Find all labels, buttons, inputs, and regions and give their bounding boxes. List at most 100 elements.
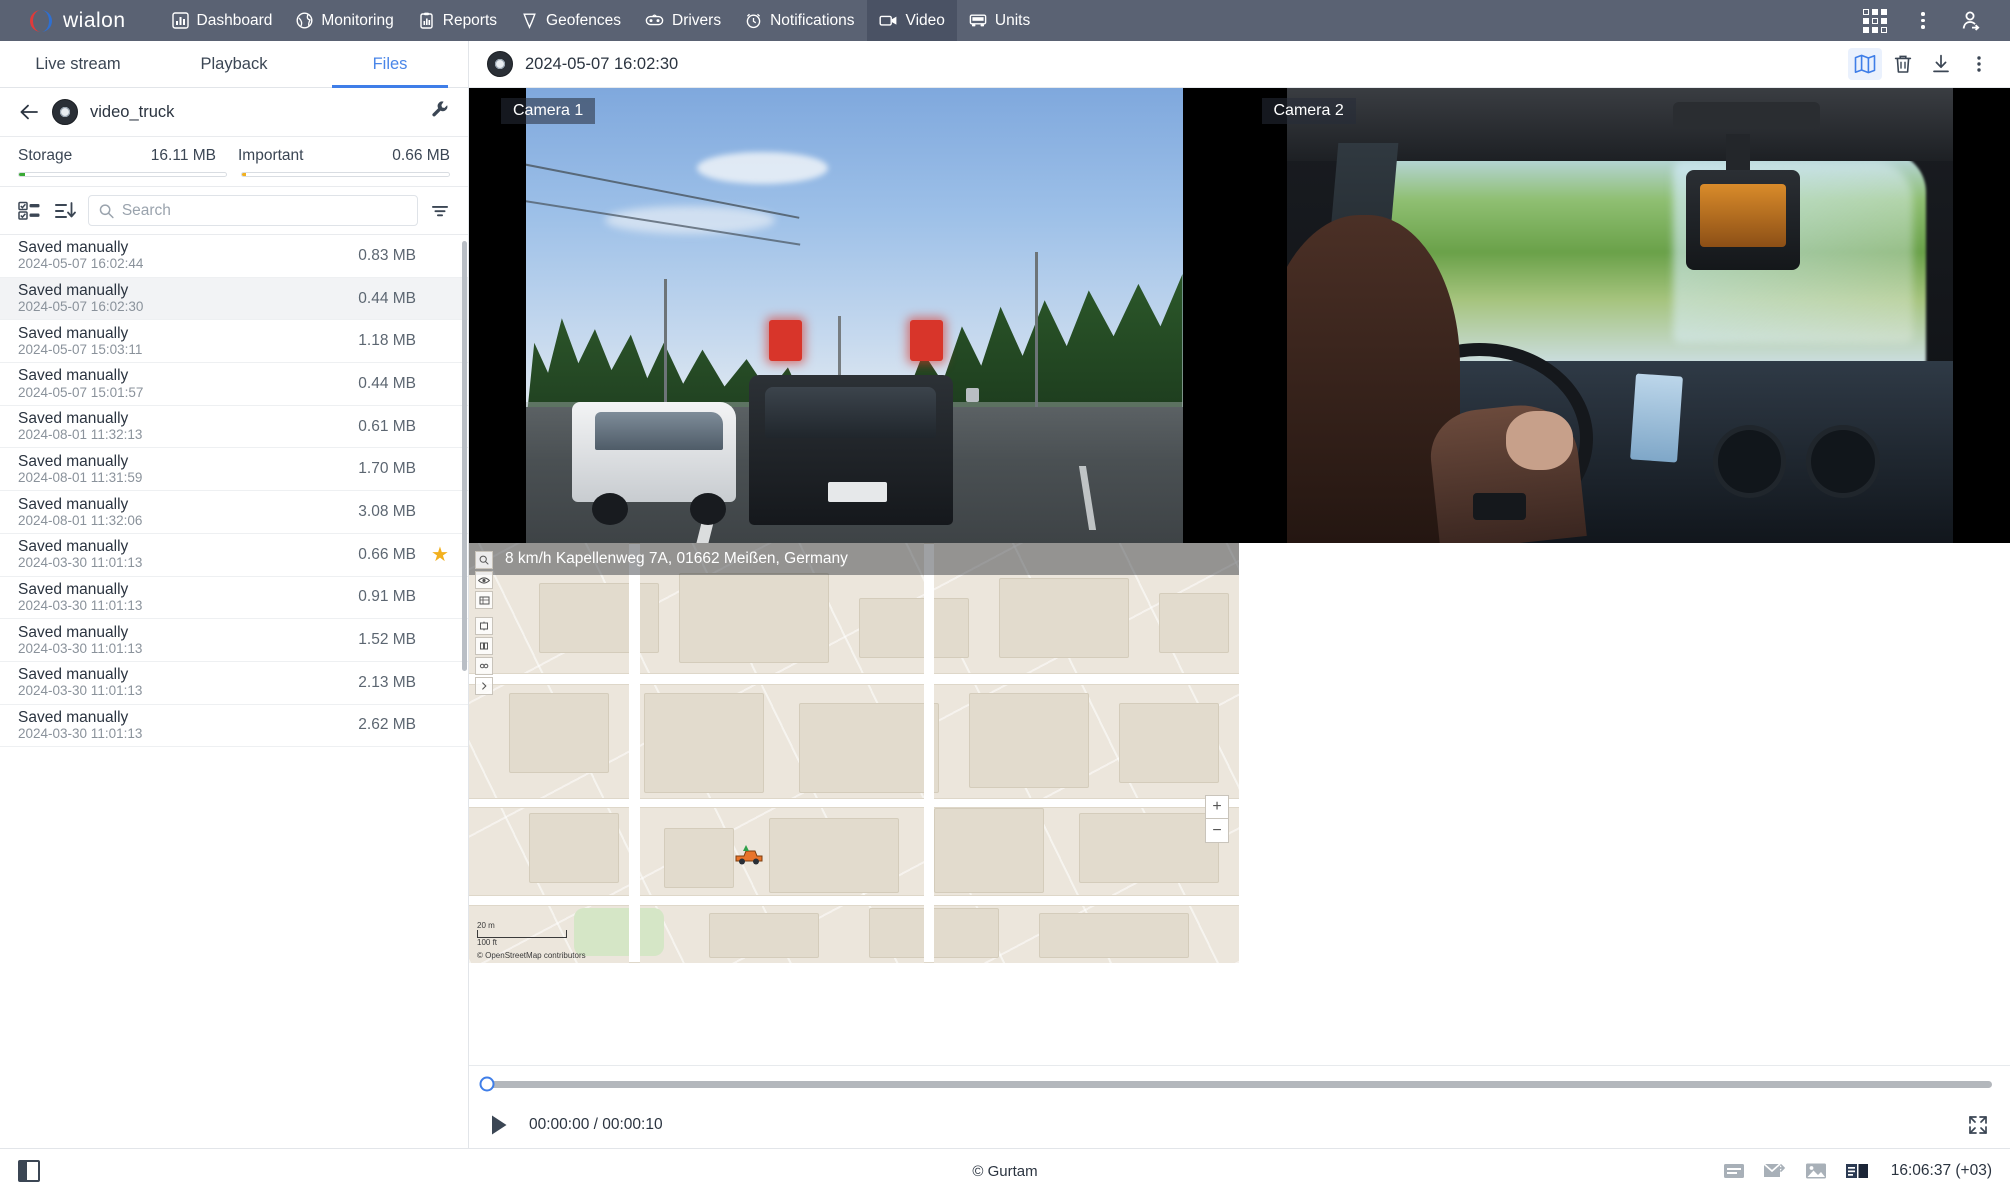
main-nav: Dashboard Monitoring Reports Geofences D…: [160, 0, 1043, 41]
more-vertical-icon[interactable]: [1962, 48, 1996, 80]
file-list-item[interactable]: Saved manually 2024-05-07 15:03:11 1.18 MB: [0, 320, 468, 364]
map-search-icon[interactable]: [475, 551, 493, 569]
mail-send-icon[interactable]: [1763, 1162, 1787, 1180]
camera-1-label: Camera 1: [501, 98, 596, 124]
map-overlay-info: 8 km/h Kapellenweg 7A, 01662 Meißen, Ger…: [469, 543, 1239, 575]
nav-label: Monitoring: [321, 11, 394, 29]
dashboard-icon: [171, 12, 189, 29]
file-date: 2024-03-30 11:01:13: [18, 726, 143, 741]
nav-item-reports[interactable]: Reports: [406, 0, 509, 41]
file-date: 2024-05-07 16:02:30: [18, 299, 144, 315]
file-title: Saved manually: [18, 324, 129, 342]
map-zoom-controls: + −: [1205, 795, 1229, 843]
time-display: 00:00:00 / 00:00:10: [529, 1116, 663, 1133]
file-list-item[interactable]: Saved manually 2024-03-30 11:01:13 2.62 MB: [0, 705, 468, 748]
nav-item-notifications[interactable]: Notifications: [733, 0, 866, 41]
messages-icon[interactable]: [1723, 1162, 1745, 1180]
fullscreen-icon[interactable]: [1964, 1111, 1992, 1139]
nav-item-video[interactable]: Video: [866, 0, 957, 41]
file-list-item[interactable]: Saved manually 2024-08-01 11:32:06 3.08 MB: [0, 491, 468, 534]
sort-descending-icon[interactable]: [54, 200, 76, 222]
file-info: Saved manually 2024-05-07 15:03:11: [18, 325, 142, 358]
file-list[interactable]: Saved manually 2024-05-07 16:02:44 0.83 MB…: [0, 235, 468, 1148]
tire-avatar-icon: [487, 51, 513, 77]
play-icon[interactable]: [487, 1113, 511, 1137]
file-title: Saved manually: [18, 580, 129, 598]
camera-1-video[interactable]: [526, 88, 1183, 543]
file-size: 0.91 MB: [358, 588, 416, 606]
reports-icon: [420, 12, 433, 29]
map-icon[interactable]: [1848, 48, 1882, 80]
file-list-item[interactable]: Saved manually 2024-08-01 11:31:59 1.70 MB: [0, 448, 468, 492]
file-list-item[interactable]: Saved manually 2024-05-07 16:02:30 0.44 MB: [0, 277, 468, 321]
more-vertical-icon[interactable]: [1902, 0, 1944, 41]
user-logout-icon[interactable]: [1950, 0, 1992, 41]
file-info: Saved manually 2024-03-30 11:01:13: [18, 538, 142, 571]
wialon-logo[interactable]: wialon: [28, 8, 126, 34]
nav-item-units[interactable]: Units: [957, 0, 1042, 41]
camera-panes: Camera 1 Camera 2: [469, 88, 2010, 543]
monitoring-icon: [296, 12, 313, 29]
camera-2-video[interactable]: [1286, 88, 1953, 543]
wialon-logo-text: wialon: [63, 8, 126, 32]
map-zoom-in-button[interactable]: +: [1205, 795, 1229, 819]
tab-playback[interactable]: Playback: [156, 41, 312, 87]
camera-pane-1[interactable]: Camera 1: [469, 88, 1240, 543]
file-title: Saved manually: [18, 410, 129, 428]
map-tool-3-icon[interactable]: [475, 657, 493, 675]
nav-label: Drivers: [672, 11, 722, 29]
geofences-icon: [523, 13, 536, 29]
file-list-item[interactable]: Saved manually 2024-03-30 11:01:13 2.13 MB: [0, 662, 468, 705]
camera-pane-2[interactable]: Camera 2: [1239, 88, 2010, 543]
file-date: 2024-08-01 11:31:59: [18, 469, 143, 485]
map-layers-icon[interactable]: [475, 591, 493, 609]
file-size: 1.70 MB: [358, 460, 416, 478]
units-icon: [969, 14, 987, 27]
panel-toggle-icon[interactable]: [18, 1160, 40, 1182]
select-all-icon[interactable]: [18, 200, 42, 222]
image-icon[interactable]: [1805, 1162, 1827, 1180]
progress-track[interactable]: [479, 1076, 1992, 1092]
map-tool-1-icon[interactable]: [475, 617, 493, 635]
map-expand-icon[interactable]: [475, 677, 493, 695]
file-list-item[interactable]: Saved manually 2024-03-30 11:01:13 1.52 MB: [0, 619, 468, 662]
location-map[interactable]: 8 km/h Kapellenweg 7A, 01662 Meißen, Ger…: [469, 543, 1239, 963]
video-timestamp-title: 2024-05-07 16:02:30: [525, 54, 679, 73]
nav-item-monitoring[interactable]: Monitoring: [284, 0, 405, 41]
search-input-wrapper[interactable]: [88, 195, 418, 226]
filter-icon[interactable]: [430, 201, 450, 221]
map-zoom-out-button[interactable]: −: [1205, 819, 1229, 843]
layout-icon[interactable]: [1845, 1162, 1869, 1180]
unit-map-marker[interactable]: [734, 843, 764, 872]
file-info: Saved manually 2024-05-07 15:01:57: [18, 367, 143, 400]
tab-live-stream[interactable]: Live stream: [0, 41, 156, 87]
trash-icon[interactable]: [1886, 48, 1920, 80]
file-title: Saved manually: [18, 666, 129, 684]
apps-grid-icon[interactable]: [1854, 0, 1896, 41]
back-arrow-icon[interactable]: [18, 101, 40, 123]
tab-label: Files: [372, 54, 408, 73]
important-star-icon[interactable]: ★: [430, 545, 450, 565]
tab-files[interactable]: Files: [312, 41, 468, 88]
file-date: 2024-03-30 11:01:13: [18, 597, 143, 613]
nav-item-geofences[interactable]: Geofences: [509, 0, 633, 41]
map-eye-icon[interactable]: [475, 571, 493, 589]
nav-item-drivers[interactable]: Drivers: [633, 0, 733, 41]
file-info: Saved manually 2024-03-30 11:01:13: [18, 709, 142, 742]
download-icon[interactable]: [1924, 48, 1958, 80]
file-list-item[interactable]: Saved manually 2024-08-01 11:32:13 0.61 MB: [0, 406, 468, 449]
progress-knob[interactable]: [479, 1076, 495, 1092]
file-list-item[interactable]: Saved manually 2024-05-07 16:02:44 0.83 MB: [0, 235, 468, 278]
file-list-item[interactable]: Saved manually 2024-03-30 11:01:13 0.66 MB…: [0, 534, 468, 577]
storage-progress-bar: [18, 172, 227, 177]
file-list-item[interactable]: Saved manually 2024-03-30 11:01:13 0.91 MB: [0, 577, 468, 620]
wrench-icon[interactable]: [431, 100, 450, 124]
map-tool-2-icon[interactable]: [475, 637, 493, 655]
nav-item-dashboard[interactable]: Dashboard: [160, 0, 285, 41]
file-size: 0.66 MB: [358, 545, 416, 563]
file-info: Saved manually 2024-05-07 16:02:30: [18, 282, 143, 315]
sidebar-scrollbar[interactable]: [462, 241, 467, 671]
file-list-item[interactable]: Saved manually 2024-05-07 15:01:57 0.44 MB: [0, 363, 468, 406]
search-input[interactable]: [121, 201, 407, 220]
file-title: Saved manually: [18, 452, 129, 470]
